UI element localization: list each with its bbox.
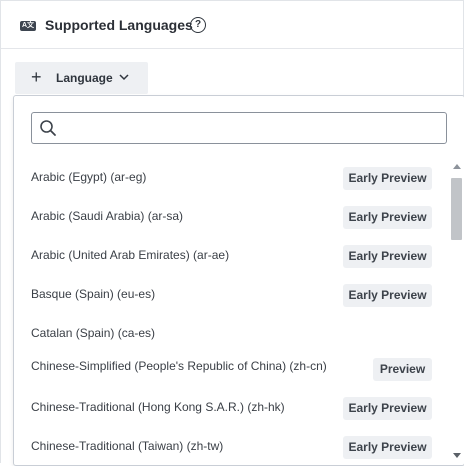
preview-badge: Preview (373, 358, 432, 381)
preview-badge: Early Preview (343, 436, 432, 459)
panel-header: A文 Supported Languages ? (1, 1, 463, 49)
preview-badge: Early Preview (343, 167, 432, 190)
add-language-button[interactable]: + Language (15, 62, 148, 94)
add-language-label: Language (56, 71, 113, 85)
preview-badge: Early Preview (343, 397, 432, 420)
preview-badge: Early Preview (343, 206, 432, 229)
search-icon (40, 120, 56, 136)
language-dropdown: Arabic (Egypt) (ar-eg) Early Preview Arabi… (13, 95, 464, 466)
language-option[interactable]: Catalan (Spain) (ca-es) (14, 314, 446, 353)
language-option-label: Arabic (Egypt) (ar-eg) (31, 170, 147, 184)
search-input[interactable] (64, 116, 438, 140)
page-title: Supported Languages (45, 17, 193, 33)
language-option[interactable]: Basque (Spain) (eu-es) Early Preview (14, 275, 446, 314)
search-box[interactable] (31, 112, 447, 144)
language-icon: A文 (20, 21, 36, 31)
language-option-label: Arabic (Saudi Arabia) (ar-sa) (31, 209, 184, 223)
chevron-down-icon (119, 74, 129, 81)
question-circle-icon[interactable]: ? (190, 17, 206, 33)
preview-badge: Early Preview (343, 284, 432, 307)
language-option[interactable]: Chinese-Traditional (Hong Kong S.A.R.) (… (14, 388, 446, 427)
scroll-up-arrow-icon[interactable] (453, 164, 461, 169)
language-option-label: Catalan (Spain) (ca-es) (31, 326, 156, 340)
scrollbar[interactable] (450, 162, 463, 464)
language-option[interactable]: Arabic (Egypt) (ar-eg) Early Preview (14, 158, 446, 197)
language-option[interactable]: Chinese-Traditional (Taiwan) (zh-tw) Earl… (14, 427, 446, 465)
scrollbar-thumb[interactable] (451, 178, 462, 240)
preview-badge: Early Preview (343, 245, 432, 268)
language-option-label: Chinese-Traditional (Taiwan) (zh-tw) (31, 439, 224, 453)
language-option[interactable]: Chinese-Simplified (People's Republic of… (14, 349, 446, 388)
language-option-label: Chinese-Simplified (People's Republic of… (31, 359, 327, 373)
language-option-label: Arabic (United Arab Emirates) (ar-ae) (31, 248, 230, 262)
plus-icon: + (31, 67, 42, 87)
scroll-down-arrow-icon[interactable] (453, 453, 461, 458)
language-option-label: Basque (Spain) (eu-es) (31, 287, 156, 301)
language-option[interactable]: Arabic (Saudi Arabia) (ar-sa) Early Previ… (14, 197, 446, 236)
language-list: Arabic (Egypt) (ar-eg) Early Preview Arabi… (14, 156, 446, 465)
language-option[interactable]: Arabic (United Arab Emirates) (ar-ae) Ear… (14, 236, 446, 275)
language-option-label: Chinese-Traditional (Hong Kong S.A.R.) (… (31, 400, 285, 414)
